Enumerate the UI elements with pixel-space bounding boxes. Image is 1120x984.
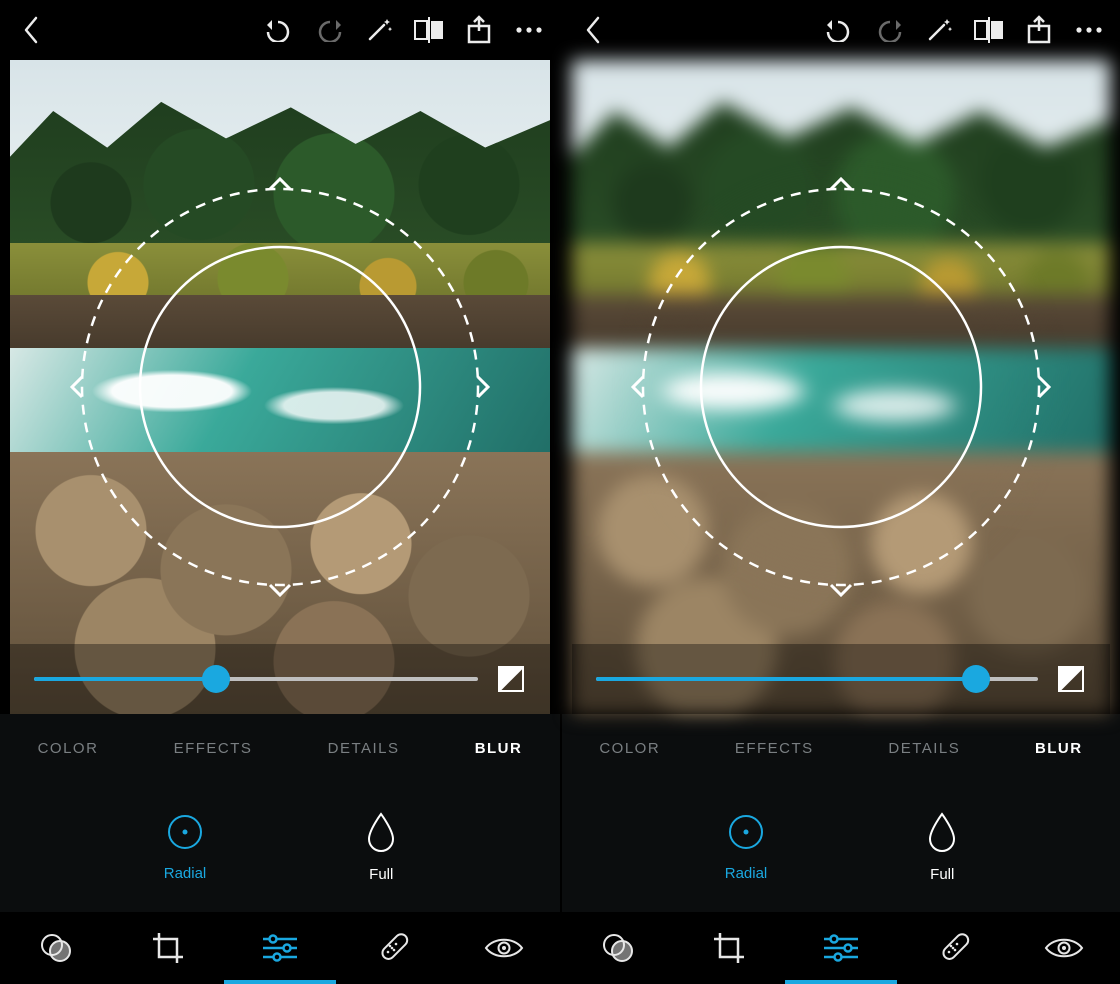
blur-options: Radial Full (0, 782, 560, 912)
tab-effects[interactable]: EFFECTS (735, 740, 814, 757)
screen-left: COLOR EFFECTS DETAILS BLUR Radial Full (0, 0, 560, 984)
option-full[interactable]: Full (927, 812, 957, 883)
photo-scene (10, 60, 550, 714)
before-after-toggle[interactable] (496, 664, 526, 694)
undo-button[interactable] (254, 0, 304, 60)
bottom-nav (562, 912, 1120, 984)
undo-button[interactable] (814, 0, 864, 60)
blur-slider-strip (10, 644, 550, 714)
drop-icon (366, 812, 396, 852)
split-compare-button[interactable] (964, 0, 1014, 60)
photo[interactable] (10, 60, 550, 714)
radial-icon (727, 813, 765, 851)
option-radial[interactable]: Radial (725, 813, 768, 882)
tab-details[interactable]: DETAILS (888, 740, 960, 757)
tab-effects[interactable]: EFFECTS (174, 740, 253, 757)
blur-slider-strip (572, 644, 1110, 714)
tab-blur[interactable]: BLUR (1035, 740, 1083, 757)
radial-icon (166, 813, 204, 851)
photo-scene-blurred (572, 60, 1110, 714)
option-radial[interactable]: Radial (164, 813, 207, 882)
more-button[interactable] (1064, 0, 1114, 60)
redo-button[interactable] (304, 0, 354, 60)
nav-adjust[interactable] (811, 918, 871, 978)
before-after-toggle[interactable] (1056, 664, 1086, 694)
back-button[interactable] (6, 0, 56, 60)
top-toolbar (562, 0, 1120, 60)
nav-adjust[interactable] (250, 918, 310, 978)
nav-heal[interactable] (362, 918, 422, 978)
screen-right: COLOR EFFECTS DETAILS BLUR Radial Full (560, 0, 1120, 984)
option-full-label: Full (930, 866, 954, 883)
share-button[interactable] (454, 0, 504, 60)
redo-button[interactable] (864, 0, 914, 60)
adjust-tabs: COLOR EFFECTS DETAILS BLUR (0, 714, 560, 782)
tab-details[interactable]: DETAILS (328, 740, 400, 757)
nav-crop[interactable] (138, 918, 198, 978)
nav-redeye[interactable] (474, 918, 534, 978)
auto-enhance-button[interactable] (354, 0, 404, 60)
photo[interactable] (572, 60, 1110, 714)
blur-slider[interactable] (596, 677, 1038, 681)
adjust-tabs: COLOR EFFECTS DETAILS BLUR (562, 714, 1120, 782)
nav-redeye[interactable] (1034, 918, 1094, 978)
more-button[interactable] (504, 0, 554, 60)
bottom-nav (0, 912, 560, 984)
nav-filters[interactable] (588, 918, 648, 978)
option-full-label: Full (369, 866, 393, 883)
canvas-area (562, 60, 1120, 714)
blur-options: Radial Full (562, 782, 1120, 912)
auto-enhance-button[interactable] (914, 0, 964, 60)
tab-color[interactable]: COLOR (599, 740, 660, 757)
nav-indicator (224, 980, 336, 984)
back-button[interactable] (568, 0, 618, 60)
option-radial-label: Radial (725, 865, 768, 882)
option-radial-label: Radial (164, 865, 207, 882)
drop-icon (927, 812, 957, 852)
tab-color[interactable]: COLOR (38, 740, 99, 757)
nav-heal[interactable] (923, 918, 983, 978)
canvas-area (0, 60, 560, 714)
share-button[interactable] (1014, 0, 1064, 60)
blur-slider[interactable] (34, 677, 478, 681)
top-toolbar (0, 0, 560, 60)
nav-crop[interactable] (699, 918, 759, 978)
tab-blur[interactable]: BLUR (475, 740, 523, 757)
option-full[interactable]: Full (366, 812, 396, 883)
split-compare-button[interactable] (404, 0, 454, 60)
nav-filters[interactable] (26, 918, 86, 978)
nav-indicator (785, 980, 897, 984)
